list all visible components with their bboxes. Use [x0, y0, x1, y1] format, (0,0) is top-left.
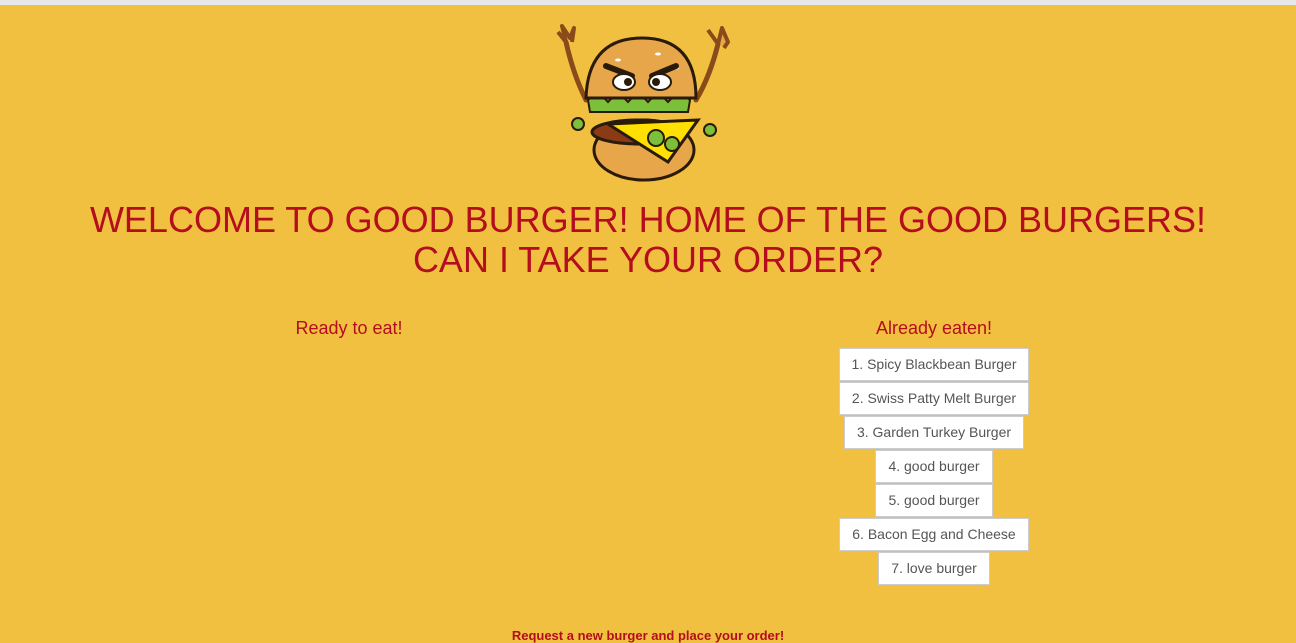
top-border — [0, 0, 1296, 5]
list-item: 3. Garden Turkey Burger — [784, 416, 1084, 450]
list-item: 5. good burger — [784, 484, 1084, 518]
eaten-burger-button[interactable]: 6. Bacon Egg and Cheese — [839, 518, 1029, 551]
list-item: 7. love burger — [784, 552, 1084, 586]
eaten-burger-list: 1. Spicy Blackbean Burger 2. Swiss Patty… — [784, 348, 1084, 586]
eaten-burger-button[interactable]: 3. Garden Turkey Burger — [843, 416, 1025, 449]
list-item: 4. good burger — [784, 450, 1084, 484]
list-item: 6. Bacon Egg and Cheese — [784, 518, 1084, 552]
list-item: 2. Swiss Patty Melt Burger — [784, 382, 1084, 416]
welcome-title-line2: CAN I TAKE YOUR ORDER? — [412, 239, 884, 280]
already-eaten-heading: Already eaten! — [875, 318, 993, 338]
eaten-burger-button[interactable]: 1. Spicy Blackbean Burger — [838, 348, 1030, 381]
request-new-burger-text: Request a new burger and place your orde… — [511, 628, 785, 643]
eaten-burger-button[interactable]: 4. good burger — [875, 450, 993, 483]
eaten-burger-button[interactable]: 5. good burger — [875, 484, 993, 517]
ready-to-eat-heading: Ready to eat! — [295, 318, 403, 338]
eaten-burger-button[interactable]: 2. Swiss Patty Melt Burger — [838, 382, 1030, 415]
burger-mascot-logo — [556, 24, 730, 182]
eaten-burger-button[interactable]: 7. love burger — [878, 552, 990, 585]
list-item: 1. Spicy Blackbean Burger — [784, 348, 1084, 382]
welcome-title-line1: WELCOME TO GOOD BURGER! HOME OF THE GOOD… — [89, 199, 1207, 240]
welcome-title: WELCOME TO GOOD BURGER! HOME OF THE GOOD… — [0, 200, 1296, 280]
